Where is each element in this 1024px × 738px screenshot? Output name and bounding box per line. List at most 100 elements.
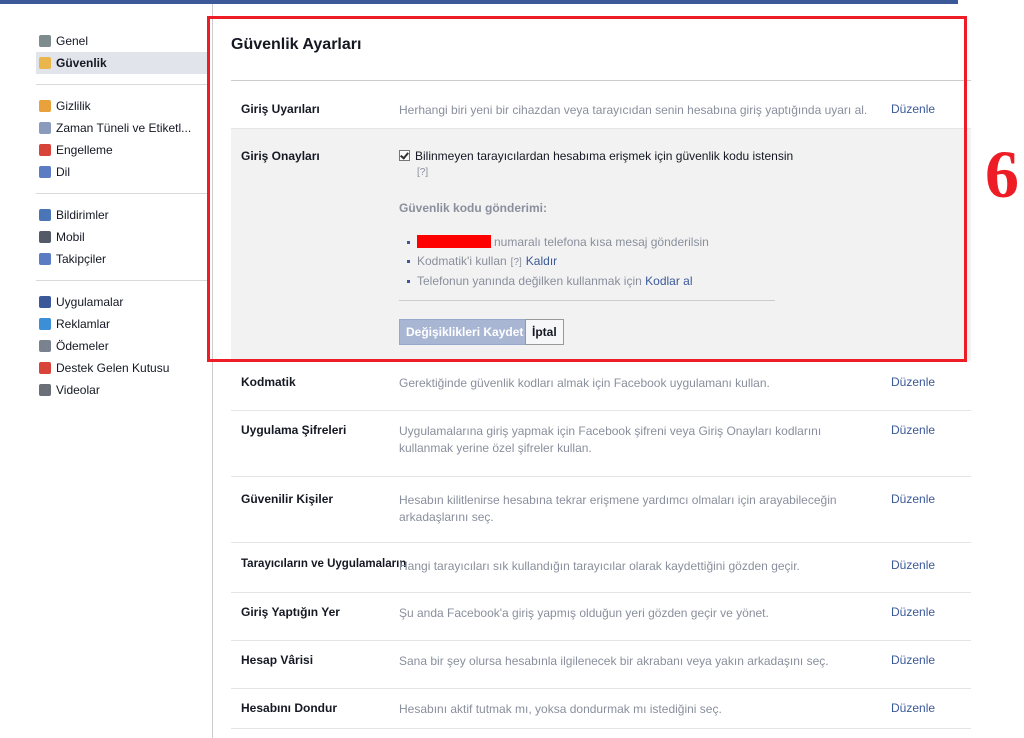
- settings-row[interactable]: Hesap Vârisi Sana bir şey olursa hesabınl…: [231, 640, 971, 689]
- sidebar-item-label: Zaman Tüneli ve Etiketl...: [56, 121, 192, 135]
- top-bar: [0, 0, 958, 4]
- edit-link[interactable]: Düzenle: [891, 375, 935, 389]
- sidebar-item[interactable]: Ödemeler: [36, 335, 208, 357]
- get-codes-link[interactable]: Kodlar al: [645, 274, 692, 288]
- settings-row[interactable]: Uygulama Şifreleri Uygulamalarına giriş y…: [231, 410, 971, 477]
- sidebar-item-label: Genel: [56, 34, 89, 48]
- sidebar-item-label: Gizlilik: [56, 99, 91, 113]
- sidebar-item[interactable]: Uygulamalar: [36, 291, 208, 313]
- security-code-checkbox[interactable]: [399, 150, 410, 161]
- edit-link[interactable]: Düzenle: [891, 423, 935, 437]
- row-description: Hesabın kilitlenirse hesabına tekrar eri…: [399, 493, 837, 524]
- payments-icon: [39, 340, 51, 352]
- ads-icon: [39, 318, 51, 330]
- sidebar-item[interactable]: Güvenlik: [36, 52, 208, 74]
- edit-link[interactable]: Düzenle: [891, 605, 935, 619]
- cancel-button[interactable]: İptal: [525, 319, 564, 345]
- sidebar-item[interactable]: Engelleme: [36, 139, 208, 161]
- sidebar-item[interactable]: Zaman Tüneli ve Etiketl...: [36, 117, 208, 139]
- settings-row[interactable]: Kodmatik Gerektiğinde güvenlik kodları al…: [231, 362, 971, 411]
- sidebar-item-label: Uygulamalar: [56, 295, 124, 309]
- code-delivery-title: Güvenlik kodu gönderimi:: [399, 201, 548, 215]
- row-description: Herhangi biri yeni bir cihazdan veya tar…: [399, 103, 868, 117]
- security-code-checkbox-row[interactable]: Bilinmeyen tarayıcılardan hesabıma erişm…: [399, 149, 793, 163]
- checkbox-label: Bilinmeyen tarayıcılardan hesabıma erişm…: [415, 149, 794, 163]
- sidebar-item[interactable]: Videolar: [36, 379, 208, 401]
- video-icon: [39, 384, 51, 396]
- sidebar-separator: [36, 84, 208, 85]
- settings-row[interactable]: Hesabını Dondur Hesabını aktif tutmak mı,…: [231, 688, 971, 729]
- sidebar-item[interactable]: Bildirimler: [36, 204, 208, 226]
- panel-divider: [399, 300, 775, 301]
- remove-link[interactable]: Kaldır: [526, 254, 557, 268]
- settings-sidebar: Genel Güvenlik Gizlilik Zaman Tüneli ve Eti…: [36, 30, 208, 401]
- sidebar-separator: [36, 193, 208, 194]
- redacted-phone-number: [417, 235, 491, 248]
- sidebar-item-label: Destek Gelen Kutusu: [56, 361, 170, 375]
- edit-link[interactable]: Düzenle: [891, 492, 935, 506]
- edit-link[interactable]: Düzenle: [891, 102, 935, 116]
- sidebar-item-label: Güvenlik: [56, 56, 107, 70]
- edit-link[interactable]: Düzenle: [891, 701, 935, 715]
- list-item: Telefonun yanında değilken kullanmak içi…: [407, 272, 709, 291]
- row-label: Giriş Onayları: [241, 149, 320, 163]
- row-label: Hesap Vârisi: [241, 653, 314, 667]
- sidebar-separator: [36, 280, 208, 281]
- help-link[interactable]: [?]: [417, 167, 428, 178]
- rss-icon: [39, 253, 51, 265]
- sidebar-item[interactable]: Takipçiler: [36, 248, 208, 270]
- row-description: Gerektiğinde güvenlik kodları almak için…: [399, 376, 770, 390]
- sidebar-item-label: Reklamlar: [56, 317, 111, 331]
- apps-icon: [39, 296, 51, 308]
- sidebar-item-label: Bildirimler: [56, 208, 109, 222]
- kodmatik-text: Kodmatik'i kullan: [417, 254, 507, 268]
- settings-row[interactable]: Güvenilir Kişiler Hesabın kilitlenirse he…: [231, 476, 971, 543]
- annotation-step-number: 6: [985, 136, 1019, 212]
- settings-row[interactable]: Tarayıcıların ve Uygulamaların Hangi tara…: [231, 542, 971, 593]
- sidebar-item[interactable]: Reklamlar: [36, 313, 208, 335]
- edit-link[interactable]: Düzenle: [891, 653, 935, 667]
- sidebar-item[interactable]: Genel: [36, 30, 208, 52]
- sidebar-item-label: Engelleme: [56, 143, 113, 157]
- list-item: numaralı telefona kısa mesaj gönderilsin: [407, 233, 709, 252]
- gears-icon: [39, 35, 51, 47]
- row-label: Uygulama Şifreleri: [241, 423, 347, 437]
- codes-text: Telefonun yanında değilken kullanmak içi…: [417, 274, 642, 288]
- shield-icon: [39, 57, 51, 69]
- phone-text: numaralı telefona kısa mesaj gönderilsin: [494, 235, 709, 249]
- code-delivery-list: numaralı telefona kısa mesaj gönderilsin…: [407, 233, 709, 291]
- sidebar-item-label: Ödemeler: [56, 339, 109, 353]
- row-description: Uygulamalarına giriş yapmak için Faceboo…: [399, 424, 822, 455]
- sidebar-item-label: Mobil: [56, 230, 85, 244]
- settings-row-login-alerts[interactable]: Giriş Uyarıları Herhangi biri yeni bir c…: [231, 92, 971, 129]
- help-link[interactable]: [?]: [511, 257, 522, 268]
- block-icon: [39, 144, 51, 156]
- sidebar-item-label: Videolar: [56, 383, 100, 397]
- globe-icon: [39, 166, 51, 178]
- mobile-icon: [39, 231, 51, 243]
- page-title: Güvenlik Ayarları: [231, 36, 362, 53]
- row-description: Hangi tarayıcıları sık kullandığın taray…: [399, 559, 800, 573]
- row-description: Şu anda Facebook'a giriş yapmış olduğun …: [399, 606, 769, 620]
- login-approvals-panel: Giriş Onayları Bilinmeyen tarayıcılardan…: [231, 128, 971, 361]
- row-description: Hesabını aktif tutmak mı, yoksa dondurma…: [399, 702, 722, 716]
- sidebar-item-label: Dil: [56, 165, 70, 179]
- header-divider: [231, 80, 971, 81]
- row-label: Giriş Yaptığın Yer: [241, 605, 340, 619]
- save-changes-button[interactable]: Değişiklikleri Kaydet: [399, 319, 531, 345]
- sidebar-divider: [212, 4, 213, 738]
- sidebar-item[interactable]: Dil: [36, 161, 208, 183]
- sidebar-item[interactable]: Gizlilik: [36, 95, 208, 117]
- row-description: Sana bir şey olursa hesabınla ilgilenece…: [399, 654, 829, 668]
- edit-link[interactable]: Düzenle: [891, 558, 935, 572]
- sidebar-item[interactable]: Destek Gelen Kutusu: [36, 357, 208, 379]
- sidebar-item[interactable]: Mobil: [36, 226, 208, 248]
- list-item: Kodmatik'i kullan [?] Kaldır: [407, 252, 709, 272]
- sidebar-item-label: Takipçiler: [56, 252, 107, 266]
- settings-row[interactable]: Giriş Yaptığın Yer Şu anda Facebook'a gir…: [231, 592, 971, 641]
- row-label: Hesabını Dondur: [241, 701, 338, 715]
- lifebuoy-icon: [39, 362, 51, 374]
- row-label: Kodmatik: [241, 375, 296, 389]
- row-label: Tarayıcıların ve Uygulamaların: [241, 558, 407, 570]
- row-label: Giriş Uyarıları: [241, 102, 320, 116]
